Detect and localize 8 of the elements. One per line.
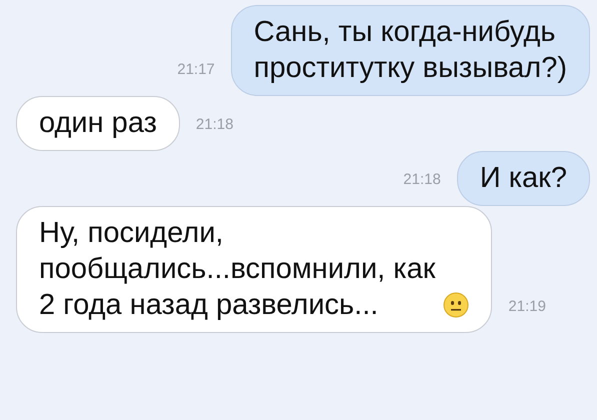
message-text: Сань, ты когда-нибудь проститутку вызывал?) [254,15,567,86]
message-time: 21:19 [508,298,546,317]
message-time: 21:18 [403,171,441,190]
message-time: 21:17 [177,61,215,80]
message-text: Ну, посидели, пообщались...вспомнили, как 2 года назад развелись... [39,216,436,323]
message-text: один раз [39,106,157,141]
message-time: 21:18 [196,116,234,135]
message-text: И как? [480,161,567,196]
